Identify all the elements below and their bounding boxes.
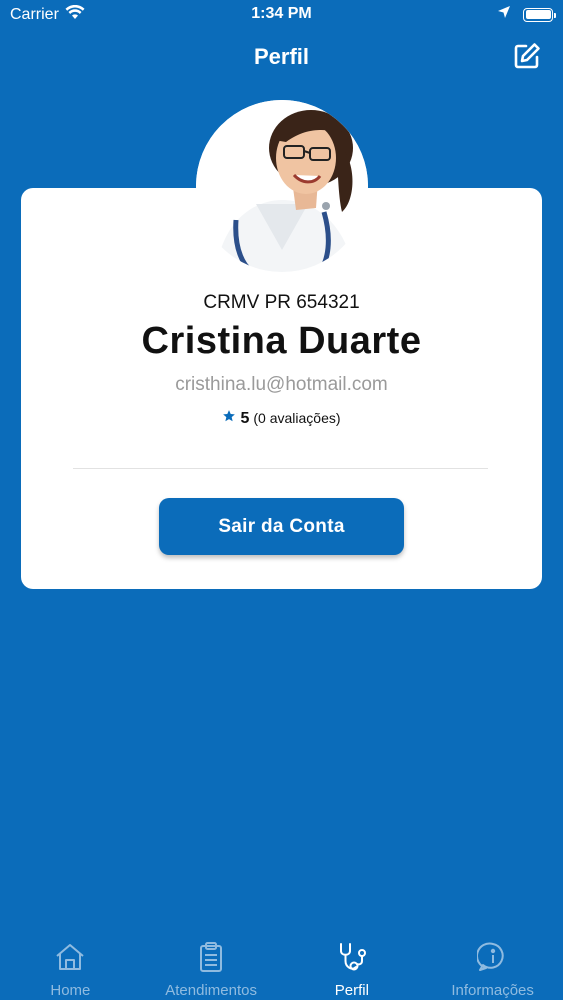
divider xyxy=(73,468,488,469)
rating-count: (0 avaliações) xyxy=(253,410,341,426)
profile-screen: Carrier 1:34 PM Perfil CRMV PR 654321 Cr… xyxy=(0,0,563,1000)
battery-icon xyxy=(523,7,556,22)
logout-button[interactable]: Sair da Conta xyxy=(159,498,404,555)
home-icon xyxy=(53,940,87,974)
rating: 5 (0 avaliações) xyxy=(0,409,563,428)
crmv-number: CRMV PR 654321 xyxy=(203,292,360,313)
page-title: Perfil xyxy=(253,44,310,69)
tab-label-informacoes: Informações xyxy=(451,982,534,999)
tab-perfil[interactable]: Perfil xyxy=(282,930,423,1000)
stethoscope-icon xyxy=(335,940,369,974)
tab-home[interactable]: Home xyxy=(0,930,141,1000)
clock: 1:34 PM xyxy=(251,5,312,22)
avatar xyxy=(196,100,368,272)
info-icon xyxy=(476,940,510,974)
tab-label-atendimentos: Atendimentos xyxy=(165,982,257,999)
rating-value: 5 xyxy=(240,410,250,427)
location-arrow-icon xyxy=(497,5,511,24)
status-bar: Carrier 1:34 PM xyxy=(0,0,563,30)
tab-bar: Home Atendimentos Perfil Informações xyxy=(0,930,563,1000)
tab-label-perfil: Perfil xyxy=(334,982,369,999)
tab-label-home: Home xyxy=(50,982,91,999)
profile-name: Cristina Duarte xyxy=(141,320,422,362)
tab-atendimentos[interactable]: Atendimentos xyxy=(141,930,282,1000)
profile-email: cristhina.lu@hotmail.com xyxy=(175,374,388,395)
status-right xyxy=(497,5,556,24)
star-icon xyxy=(222,409,236,426)
tab-informacoes[interactable]: Informações xyxy=(422,930,563,1000)
edit-profile-button[interactable] xyxy=(511,42,543,74)
edit-icon xyxy=(512,41,542,76)
clipboard-icon xyxy=(194,940,228,974)
